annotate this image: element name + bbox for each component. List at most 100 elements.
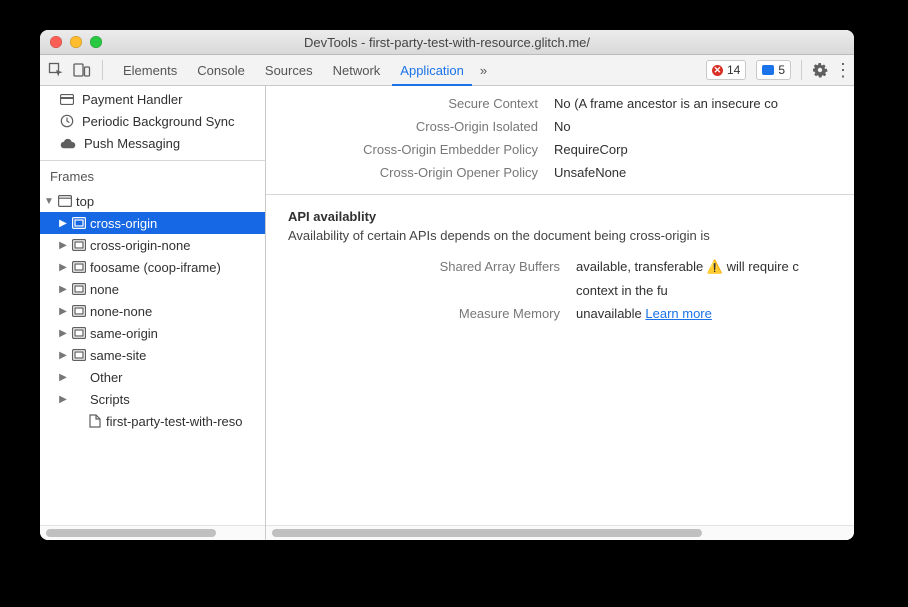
toolbar-divider [801,60,802,80]
disclosure-triangle-icon[interactable]: ▶ [58,394,68,405]
detail-key: Cross-Origin Isolated [266,119,554,134]
disclosure-triangle-icon[interactable]: ▶ [58,218,68,229]
disclosure-triangle-icon[interactable]: ▼ [44,196,54,207]
iframe-icon [72,282,86,296]
warning-text: ⚠️ will require c [707,259,799,274]
frame-tree-node[interactable]: ▶ foosame (coop-iframe) [40,256,265,278]
tree-node-label: top [76,194,94,209]
tab-elements[interactable]: Elements [113,55,187,85]
frame-tree-node[interactable]: ▶same-origin [40,322,265,344]
disclosure-triangle-icon[interactable]: ▶ [58,240,68,251]
tree-node-label: same-site [90,348,146,363]
disclosure-triangle-icon[interactable]: ▶ [58,284,68,295]
detail-key: Shared Array Buffers [288,259,576,275]
iframe-icon [72,348,86,362]
devtools-window: DevTools - first-party-test-with-resourc… [40,30,854,540]
tree-node-label: first-party-test-with-reso [106,414,243,429]
frames-header: Frames [40,160,265,190]
sidebar-item-periodic-sync[interactable]: Periodic Background Sync [40,110,265,132]
sidebar-horizontal-scrollbar[interactable] [40,525,265,540]
detail-row: Secure ContextNo (A frame ancestor is an… [266,92,854,115]
device-toolbar-icon[interactable] [72,60,92,80]
frame-tree-node[interactable]: ▶cross-origin [40,212,265,234]
cloud-icon [60,138,76,149]
frame-tree-node[interactable]: first-party-test-with-reso [40,410,265,432]
messages-counter[interactable]: 5 [756,60,791,80]
detail-row: context in the fu [288,279,832,302]
iframe-icon [72,238,86,252]
frame-tree-node[interactable]: ▶ cross-origin-none [40,234,265,256]
section-subtitle: Availability of certain APIs depends on … [288,228,832,243]
inspect-element-icon[interactable] [46,60,66,80]
sidebar-item-push-messaging[interactable]: Push Messaging [40,132,265,154]
messages-count: 5 [778,63,785,77]
main-horizontal-scrollbar[interactable] [266,525,854,540]
detail-row: Cross-Origin Opener PolicyUnsafeNone [266,161,854,184]
detail-value: No (A frame ancestor is an insecure co [554,96,854,111]
file-icon [88,414,102,428]
detail-value: unavailable Learn more [576,306,832,321]
tab-label: Network [333,63,381,78]
tab-console[interactable]: Console [187,55,255,85]
tab-sources[interactable]: Sources [255,55,323,85]
errors-count: 14 [727,63,740,77]
devtools-toolbar: Elements Console Sources Network Applica… [40,55,854,86]
learn-more-link[interactable]: Learn more [645,306,711,321]
detail-row: Measure Memoryunavailable Learn more [288,302,832,325]
tab-application[interactable]: Application [390,55,474,85]
tree-node-label: none [90,282,119,297]
frame-tree-node[interactable]: ▶ none-none [40,300,265,322]
tab-label: Elements [123,63,177,78]
detail-row: Shared Array Buffersavailable, transfera… [288,255,832,279]
more-button[interactable]: ⋮ [834,63,848,77]
window-title: DevTools - first-party-test-with-resourc… [40,35,854,50]
tabs-overflow-button[interactable]: » [474,55,493,85]
tree-node-label: foosame (coop-iframe) [90,260,221,275]
sidebar-item-payment-handler[interactable]: Payment Handler [40,88,265,110]
none-icon [72,392,86,406]
detail-value: No [554,119,854,134]
tree-node-label: Scripts [90,392,130,407]
error-icon: ✕ [712,65,723,76]
detail-row: Cross-Origin Embedder PolicyRequireCorp [266,138,854,161]
frame-tree-node[interactable]: ▶ same-site [40,344,265,366]
detail-key: Cross-Origin Embedder Policy [266,142,554,157]
frame-icon [58,194,72,208]
iframe-icon [72,304,86,318]
clock-icon [60,114,74,128]
detail-key [288,283,576,298]
chevron-double-right-icon: » [480,63,487,78]
window-controls [50,36,102,48]
payment-icon [60,94,74,105]
panel-tabs: Elements Console Sources Network Applica… [113,55,493,85]
warning-text: context in the fu [576,283,668,298]
none-icon [72,370,86,384]
detail-value: context in the fu [576,283,832,298]
frame-details-panel: Secure ContextNo (A frame ancestor is an… [266,86,854,540]
disclosure-triangle-icon[interactable]: ▶ [58,306,68,317]
errors-counter[interactable]: ✕ 14 [706,60,746,80]
toolbar-divider [102,60,103,80]
api-availability-section: API availablity Availability of certain … [266,195,854,335]
detail-value: RequireCorp [554,142,854,157]
detail-row: Cross-Origin IsolatedNo [266,115,854,138]
tab-label: Application [400,63,464,78]
iframe-icon [72,260,86,274]
disclosure-triangle-icon[interactable]: ▶ [58,328,68,339]
tab-network[interactable]: Network [323,55,391,85]
disclosure-triangle-icon[interactable]: ▶ [58,372,68,383]
tree-node-label: none-none [90,304,152,319]
zoom-window-button[interactable] [90,36,102,48]
frame-tree-node[interactable]: ▶Other [40,366,265,388]
disclosure-triangle-icon[interactable]: ▶ [58,262,68,273]
iframe-icon [72,216,86,230]
close-window-button[interactable] [50,36,62,48]
tree-node-label: cross-origin-none [90,238,190,253]
frame-tree-node[interactable]: ▶ none [40,278,265,300]
settings-button[interactable] [812,62,828,78]
minimize-window-button[interactable] [70,36,82,48]
section-title: API availablity [288,209,832,224]
frame-tree-node[interactable]: ▼ top [40,190,265,212]
disclosure-triangle-icon[interactable]: ▶ [58,350,68,361]
frame-tree-node[interactable]: ▶ Scripts [40,388,265,410]
